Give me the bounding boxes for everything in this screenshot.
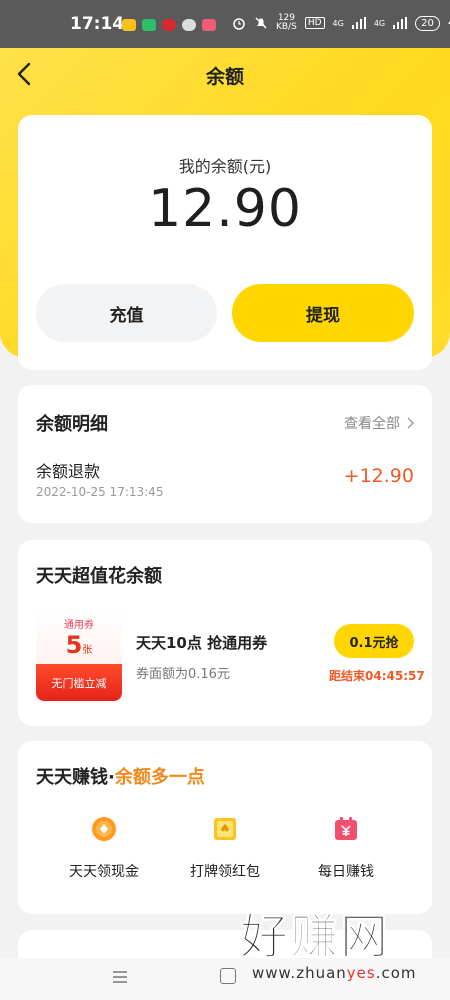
coupon-title: 天天10点 抢通用券 bbox=[136, 634, 268, 652]
coupon-card: 天天超值花余额 通用券 5张 无门槛立减 天天10点 抢通用券 券面额为0.16… bbox=[18, 540, 432, 726]
recharge-button[interactable]: 充值 bbox=[36, 284, 217, 342]
earn-item-label: 每日赚钱 bbox=[318, 864, 374, 880]
navigation-bar: 余额 bbox=[0, 48, 450, 100]
earn-title-highlight: 余额多一点 bbox=[114, 767, 205, 788]
card-icon bbox=[214, 818, 236, 840]
view-all-label: 查看全部 bbox=[344, 416, 400, 432]
battery-indicator: 20 bbox=[415, 15, 440, 31]
watermark-domain-suffix: .com bbox=[375, 964, 417, 982]
network-label-1: 4G bbox=[332, 18, 344, 28]
wechat-notification-icon bbox=[182, 19, 196, 31]
status-bar: 17:14 129 KB/S HD 4G 4G 20 bbox=[0, 0, 450, 48]
grab-coupon-button[interactable]: 0.1元抢 bbox=[334, 624, 414, 658]
coin-icon bbox=[92, 817, 116, 841]
watermark-domain: www.zhuanyes.com bbox=[252, 964, 445, 982]
view-all-link[interactable]: 查看全部 bbox=[344, 413, 414, 433]
balance-card: 我的余额(元) 12.90 充值 提现 bbox=[18, 115, 432, 370]
watermark: 好赚网 www.zhuanyes.com bbox=[240, 910, 445, 996]
status-time: 17:14 bbox=[70, 14, 125, 34]
record-amount: +12.90 bbox=[343, 465, 414, 487]
coupon-ticket[interactable]: 通用券 5张 无门槛立减 bbox=[36, 608, 122, 701]
signal-icon-2 bbox=[393, 17, 408, 29]
chevron-right-icon bbox=[407, 417, 414, 429]
record-time: 2022-10-25 17:13:45 bbox=[36, 485, 164, 499]
network-speed: 129 KB/S bbox=[276, 14, 297, 32]
coupon-type: 通用券 bbox=[64, 620, 94, 631]
menu-icon[interactable] bbox=[111, 968, 129, 986]
bank-notification-icon bbox=[162, 19, 176, 31]
calendar-money-icon bbox=[335, 817, 357, 840]
earn-item-daily-cash[interactable]: 天天领现金 bbox=[44, 815, 164, 881]
record-title: 余额退款 bbox=[36, 462, 101, 481]
earn-money-card: 天天赚钱·余额多一点 天天领现金 打牌领红包 每日赚钱 bbox=[18, 741, 432, 914]
watermark-domain-highlight: yes bbox=[346, 964, 376, 982]
watermark-title: 好赚网 bbox=[240, 909, 391, 965]
network-label-2: 4G bbox=[373, 18, 386, 28]
balance-amount: 12.90 bbox=[148, 179, 302, 239]
chat-notification-icon bbox=[142, 19, 156, 31]
earn-item-card-game[interactable]: 打牌领红包 bbox=[165, 815, 285, 881]
watermark-domain-prefix: www.zhuan bbox=[252, 964, 347, 982]
coupon-count: 5 bbox=[65, 631, 83, 659]
alarm-icon bbox=[233, 18, 245, 30]
coupon-subtitle: 券面额为0.16元 bbox=[136, 667, 230, 682]
details-section-title: 余额明细 bbox=[36, 414, 108, 435]
earn-item-label: 天天领现金 bbox=[69, 864, 139, 880]
status-indicators: 129 KB/S HD 4G 4G 20 bbox=[232, 14, 450, 32]
meituan-notification-icon bbox=[122, 19, 136, 31]
hd-badge: HD bbox=[304, 17, 325, 29]
notification-icons bbox=[122, 19, 216, 31]
coupon-unit: 张 bbox=[82, 645, 93, 656]
earn-item-label: 打牌领红包 bbox=[190, 864, 260, 880]
coupon-section-title: 天天超值花余额 bbox=[36, 566, 162, 587]
withdraw-button[interactable]: 提现 bbox=[232, 284, 414, 342]
balance-label: 我的余额(元) bbox=[178, 157, 272, 176]
signal-icon bbox=[351, 17, 366, 29]
earn-item-daily-earn[interactable]: 每日赚钱 bbox=[286, 815, 406, 881]
earn-section-title: 天天赚钱·余额多一点 bbox=[36, 763, 205, 789]
page-title: 余额 bbox=[205, 66, 244, 88]
coupon-badge: 无门槛立减 bbox=[36, 664, 122, 701]
shop-notification-icon bbox=[202, 19, 216, 31]
balance-details-card: 余额明细 查看全部 余额退款 2022-10-25 17:13:45 +12.9… bbox=[18, 385, 432, 523]
mute-icon bbox=[255, 17, 267, 29]
speed-unit: KB/S bbox=[276, 22, 297, 32]
countdown-timer: 距结束04:45:57 bbox=[329, 669, 425, 683]
home-square-icon[interactable] bbox=[220, 968, 236, 984]
earn-title-main: 天天赚钱· bbox=[36, 767, 115, 788]
